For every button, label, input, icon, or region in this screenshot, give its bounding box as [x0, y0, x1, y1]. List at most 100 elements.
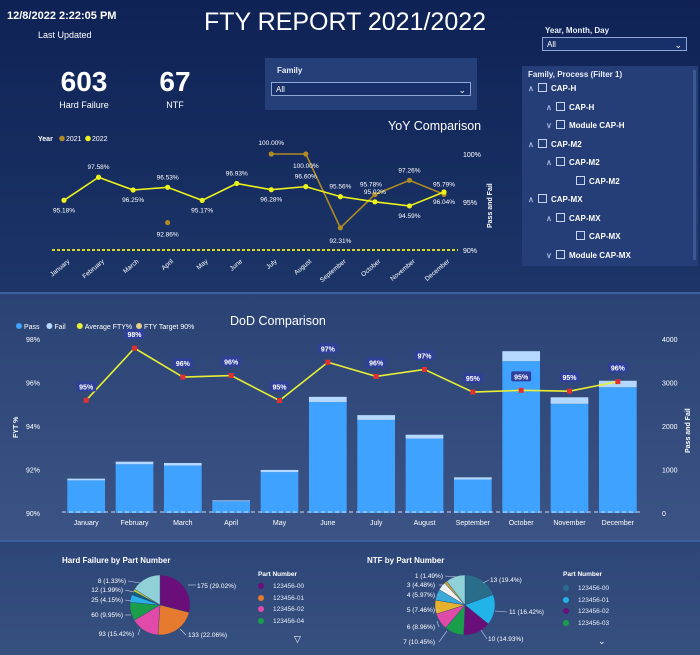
- data-label: 96.25%: [122, 197, 144, 204]
- x-tick-label: January: [49, 258, 72, 279]
- y-left-tick-label: 98%: [26, 337, 40, 344]
- pass-bar: [502, 361, 541, 513]
- tree-item[interactable]: ∧ CAP-MX: [528, 194, 583, 204]
- y-right-tick-label: 1000: [662, 468, 678, 475]
- data-label: 95%: [466, 376, 481, 383]
- legend-item[interactable]: 123456-00: [258, 583, 304, 590]
- chart-title: YoY Comparison: [388, 119, 481, 133]
- legend-marker: [258, 594, 264, 601]
- x-tick-label: June: [320, 520, 335, 527]
- pass-bar: [357, 419, 396, 513]
- tree-item-label: Module CAP-H: [569, 121, 625, 130]
- chevron-icon: ∧: [528, 84, 534, 93]
- data-point: [165, 184, 171, 190]
- checkbox-icon[interactable]: [538, 83, 547, 92]
- data-label: 96.04%: [433, 199, 455, 206]
- pie-leader-line: [137, 628, 141, 636]
- pie-data-label: 12 (1.99%): [91, 587, 123, 594]
- data-label: 96.60%: [295, 174, 317, 181]
- checkbox-icon[interactable]: [576, 231, 585, 240]
- checkbox-icon[interactable]: [556, 212, 565, 222]
- pass-bar: [163, 465, 202, 513]
- pie-data-label: 10 (14.93%): [488, 636, 523, 643]
- chevron-down-icon: ⌄: [458, 85, 466, 95]
- y-right-tick-label: 2000: [662, 424, 678, 431]
- tree-item[interactable]: CAP-MX: [566, 231, 621, 241]
- legend-item[interactable]: 123456-01: [258, 594, 304, 602]
- date-dropdown-value: All: [547, 40, 556, 49]
- fail-bar: [502, 351, 541, 362]
- legend-item[interactable]: 123456-04: [258, 617, 304, 625]
- checkbox-icon[interactable]: [538, 138, 547, 148]
- data-label: 98%: [127, 332, 142, 339]
- legend-marker: [76, 323, 83, 329]
- series-line-2022: [63, 176, 445, 207]
- tree-item[interactable]: ∧ CAP-M2: [528, 138, 582, 149]
- data-point: [441, 189, 447, 195]
- tree-item[interactable]: CAP-M2: [566, 175, 620, 186]
- tree-item[interactable]: ∧ CAP-H: [528, 83, 576, 93]
- fail-bar: [260, 469, 299, 473]
- tree-item[interactable]: ∨ Module CAP-H: [546, 120, 625, 130]
- pass-bar: [453, 479, 492, 513]
- ntf-legend-title: Part Number: [563, 571, 603, 578]
- y-tick-label: 100%: [463, 152, 481, 159]
- x-tick-label: October: [509, 520, 535, 527]
- x-tick-label: April: [160, 258, 175, 272]
- fail-bar: [115, 461, 154, 465]
- date-dropdown[interactable]: All ⌄: [542, 37, 687, 51]
- legend-item[interactable]: 123456-03: [563, 619, 609, 627]
- pie-leader-line: [124, 589, 135, 593]
- legend-label: Fail: [54, 324, 66, 331]
- data-label: 95.02%: [364, 189, 386, 196]
- legend-marker: [563, 619, 569, 626]
- data-label: 97.58%: [88, 164, 110, 171]
- pass-bar: [598, 387, 637, 513]
- y-right-axis-label: Pass and Fail: [685, 408, 692, 453]
- hard-failure-pie-title: Hard Failure by Part Number: [62, 556, 171, 565]
- legend-item[interactable]: 123456-02: [258, 606, 304, 613]
- fail-bar: [550, 397, 589, 404]
- legend-label: FTY Target 90%: [144, 324, 194, 331]
- y-axis-label: Pass and Fail: [487, 183, 494, 228]
- legend-item[interactable]: 123456-00: [563, 585, 609, 592]
- fail-bar: [67, 478, 106, 481]
- tree-item[interactable]: ∧ CAP-M2: [546, 157, 600, 167]
- family-dropdown[interactable]: All ⌄: [271, 82, 471, 96]
- x-tick-label: August: [414, 520, 436, 527]
- chevron-icon: ∨: [546, 250, 552, 260]
- data-label: 95.56%: [329, 184, 351, 191]
- data-point: [61, 197, 67, 203]
- tree-scrollbar[interactable]: [693, 70, 696, 260]
- y-right-tick-label: 0: [662, 511, 666, 518]
- x-tick-label: December: [424, 258, 452, 283]
- legend-more-icon[interactable]: ▽: [294, 634, 301, 645]
- data-point: [337, 225, 343, 231]
- data-label: 96%: [611, 366, 626, 373]
- pie-leader-line: [179, 628, 187, 636]
- legend-item[interactable]: 123456-02: [563, 608, 609, 615]
- checkbox-icon[interactable]: [538, 194, 547, 203]
- date-slicer-label: Year, Month, Day: [545, 26, 610, 35]
- legend-marker: [563, 585, 569, 591]
- pass-bar: [67, 480, 106, 513]
- process-tree-label: Family, Process (Filter 1): [528, 70, 623, 79]
- checkbox-icon[interactable]: [556, 157, 565, 166]
- legend-item[interactable]: 123456-01: [563, 596, 609, 604]
- checkbox-icon[interactable]: [556, 249, 565, 259]
- tree-item-label: Module CAP-MX: [569, 250, 631, 260]
- tree-item[interactable]: ∨ Module CAP-MX: [546, 249, 631, 260]
- pie-data-label: 133 (22.06%): [188, 632, 227, 639]
- checkbox-icon[interactable]: [556, 101, 565, 111]
- legend-more-icon[interactable]: ⌄: [598, 636, 606, 647]
- x-tick-label: March: [173, 520, 193, 527]
- legend-label: 123456-02: [578, 608, 610, 615]
- checkbox-icon[interactable]: [576, 175, 585, 185]
- tree-item[interactable]: ∧ CAP-MX: [546, 212, 601, 223]
- tree-item-label: CAP-MX: [589, 232, 621, 241]
- checkbox-icon[interactable]: [556, 120, 565, 129]
- tree-item[interactable]: ∧ CAP-H: [546, 101, 594, 112]
- data-label: 95%: [272, 385, 287, 392]
- chart-title: DoD Comparison: [230, 314, 326, 328]
- tree-item-label: CAP-MX: [551, 195, 583, 204]
